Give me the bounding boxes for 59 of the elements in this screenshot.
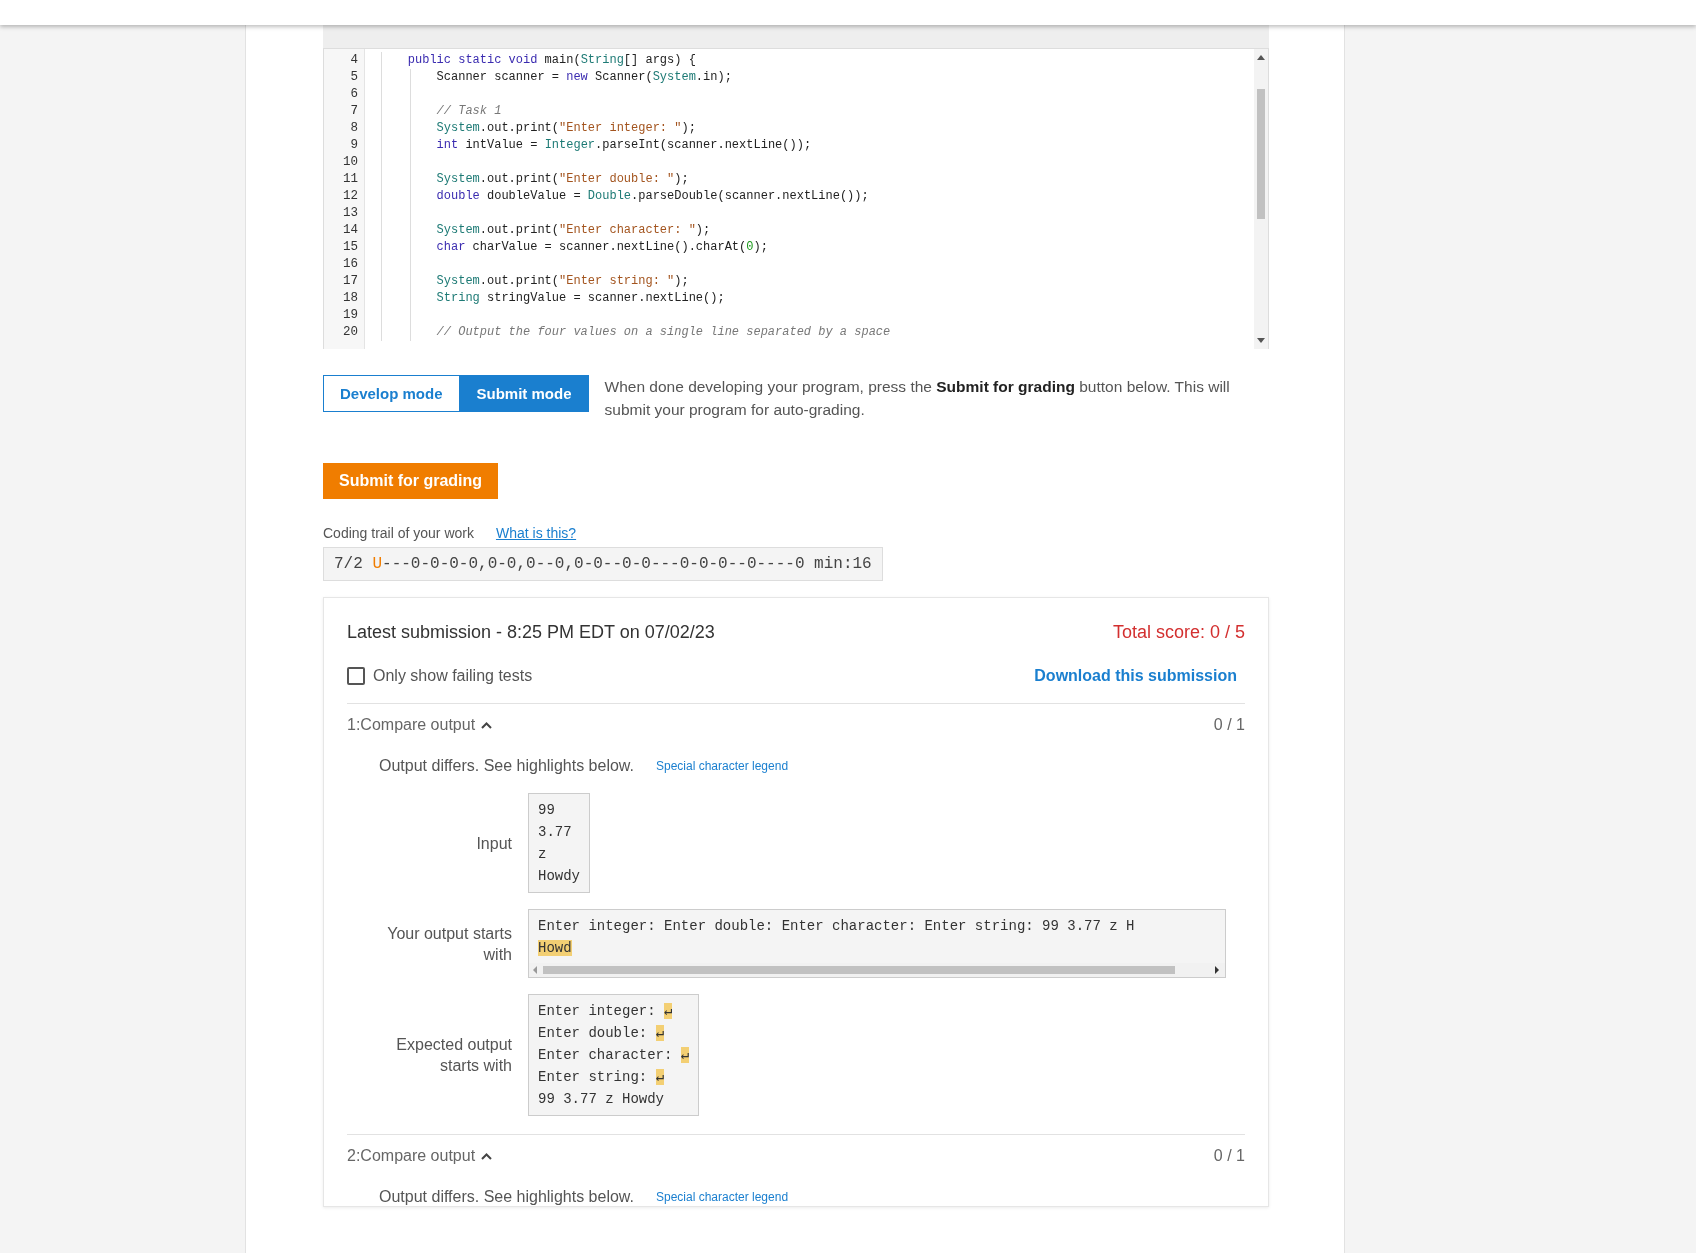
code-line: String stringValue = scanner.nextLine(); — [436, 291, 725, 305]
legend-link[interactable]: Special character legend — [656, 759, 789, 773]
output-box: 99 3.77 z Howdy — [528, 793, 590, 893]
caret-icon[interactable] — [481, 1152, 493, 1160]
vertical-scrollbar[interactable] — [1254, 49, 1268, 349]
row-label: Expected output starts with — [395, 1035, 512, 1076]
line-number: 16 — [342, 256, 359, 273]
test-message: Output differs. See highlights below. — [379, 1188, 634, 1206]
line-number: 5 — [349, 69, 359, 86]
total-score: Total score: 0 / 5 — [1112, 622, 1245, 643]
line-number: 12 — [342, 188, 359, 205]
mode-tab[interactable]: Develop mode — [323, 375, 460, 412]
code-line: // Output the four values on a single line separated by a space — [436, 325, 891, 339]
test-score: 0 / 1 — [1213, 1147, 1245, 1165]
output-box: Enter integer: ↵ Enter double: ↵ Enter character: ↵ Enter string: ↵ 99 3.77 z Howdy — [528, 994, 700, 1116]
download-link[interactable]: Download this submission — [1034, 667, 1237, 685]
code-line: System.out.print("Enter character: "); — [436, 223, 711, 237]
line-number: 17 — [342, 273, 359, 290]
code-line: System.out.print("Enter string: "); — [436, 274, 689, 288]
line-number: 6 — [349, 86, 359, 103]
row-label: Your output starts with — [386, 923, 512, 965]
instruction-text: When done developing your program, press the Submit for grading button below. This will submit your program for auto-grading. — [604, 377, 1231, 420]
code-line: Scanner scanner = new Scanner(System.in); — [436, 70, 732, 84]
row-label: Input — [475, 833, 512, 854]
help-link[interactable]: What is this? — [495, 525, 577, 541]
legend-link[interactable]: Special character legend — [656, 1190, 789, 1204]
line-number: 19 — [342, 307, 359, 324]
code-line: System.out.print("Enter double: "); — [436, 172, 689, 186]
line-number: 20 — [342, 324, 359, 341]
line-number: 18 — [342, 290, 359, 307]
line-number: 10 — [342, 154, 359, 171]
test-title[interactable]: 1:Compare output — [347, 716, 476, 734]
test-score: 0 / 1 — [1213, 716, 1245, 734]
test-message: Output differs. See highlights below. — [379, 757, 634, 775]
checkbox-label: Only show failing tests — [373, 667, 533, 685]
output-box: Enter integer: Enter double: Enter character: Enter string: 99 3.77 z H Howd — [528, 909, 1226, 978]
checkbox[interactable] — [347, 667, 365, 685]
line-number: 8 — [349, 120, 359, 137]
line-number: 9 — [349, 137, 359, 154]
line-number: 13 — [342, 205, 359, 222]
coding-trail: 7/2 U---0-0-0-0,0-0,0--0,0-0--0-0---0-0-0--0----0 min:16 — [323, 547, 883, 581]
line-number: 14 — [342, 222, 359, 239]
test-title[interactable]: 2:Compare output — [347, 1147, 476, 1165]
line-number: 7 — [349, 103, 359, 120]
line-number: 11 — [342, 171, 359, 188]
line-number: 15 — [342, 239, 359, 256]
code-line: public static void main(String[] args) { — [407, 53, 696, 67]
mode-tab[interactable]: Submit mode — [459, 375, 589, 412]
line-number: 4 — [349, 52, 359, 69]
code-line: int intValue = Integer.parseInt(scanner.nextLine()); — [436, 138, 812, 152]
trail-label: Coding trail of your work — [323, 525, 474, 541]
code-line: // Task 1 — [436, 104, 502, 118]
submit-button[interactable]: Submit for grading — [323, 463, 499, 499]
submission-title: Latest submission - 8:25 PM EDT on 07/02/23 — [347, 622, 715, 643]
code-line: char charValue = scanner.nextLine().charAt(0); — [436, 240, 768, 254]
code-line: System.out.print("Enter integer: "); — [436, 121, 696, 135]
code-editor[interactable] — [323, 48, 1269, 349]
caret-icon[interactable] — [481, 721, 493, 729]
code-line: double doubleValue = Double.parseDouble(scanner.nextLine()); — [436, 189, 869, 203]
